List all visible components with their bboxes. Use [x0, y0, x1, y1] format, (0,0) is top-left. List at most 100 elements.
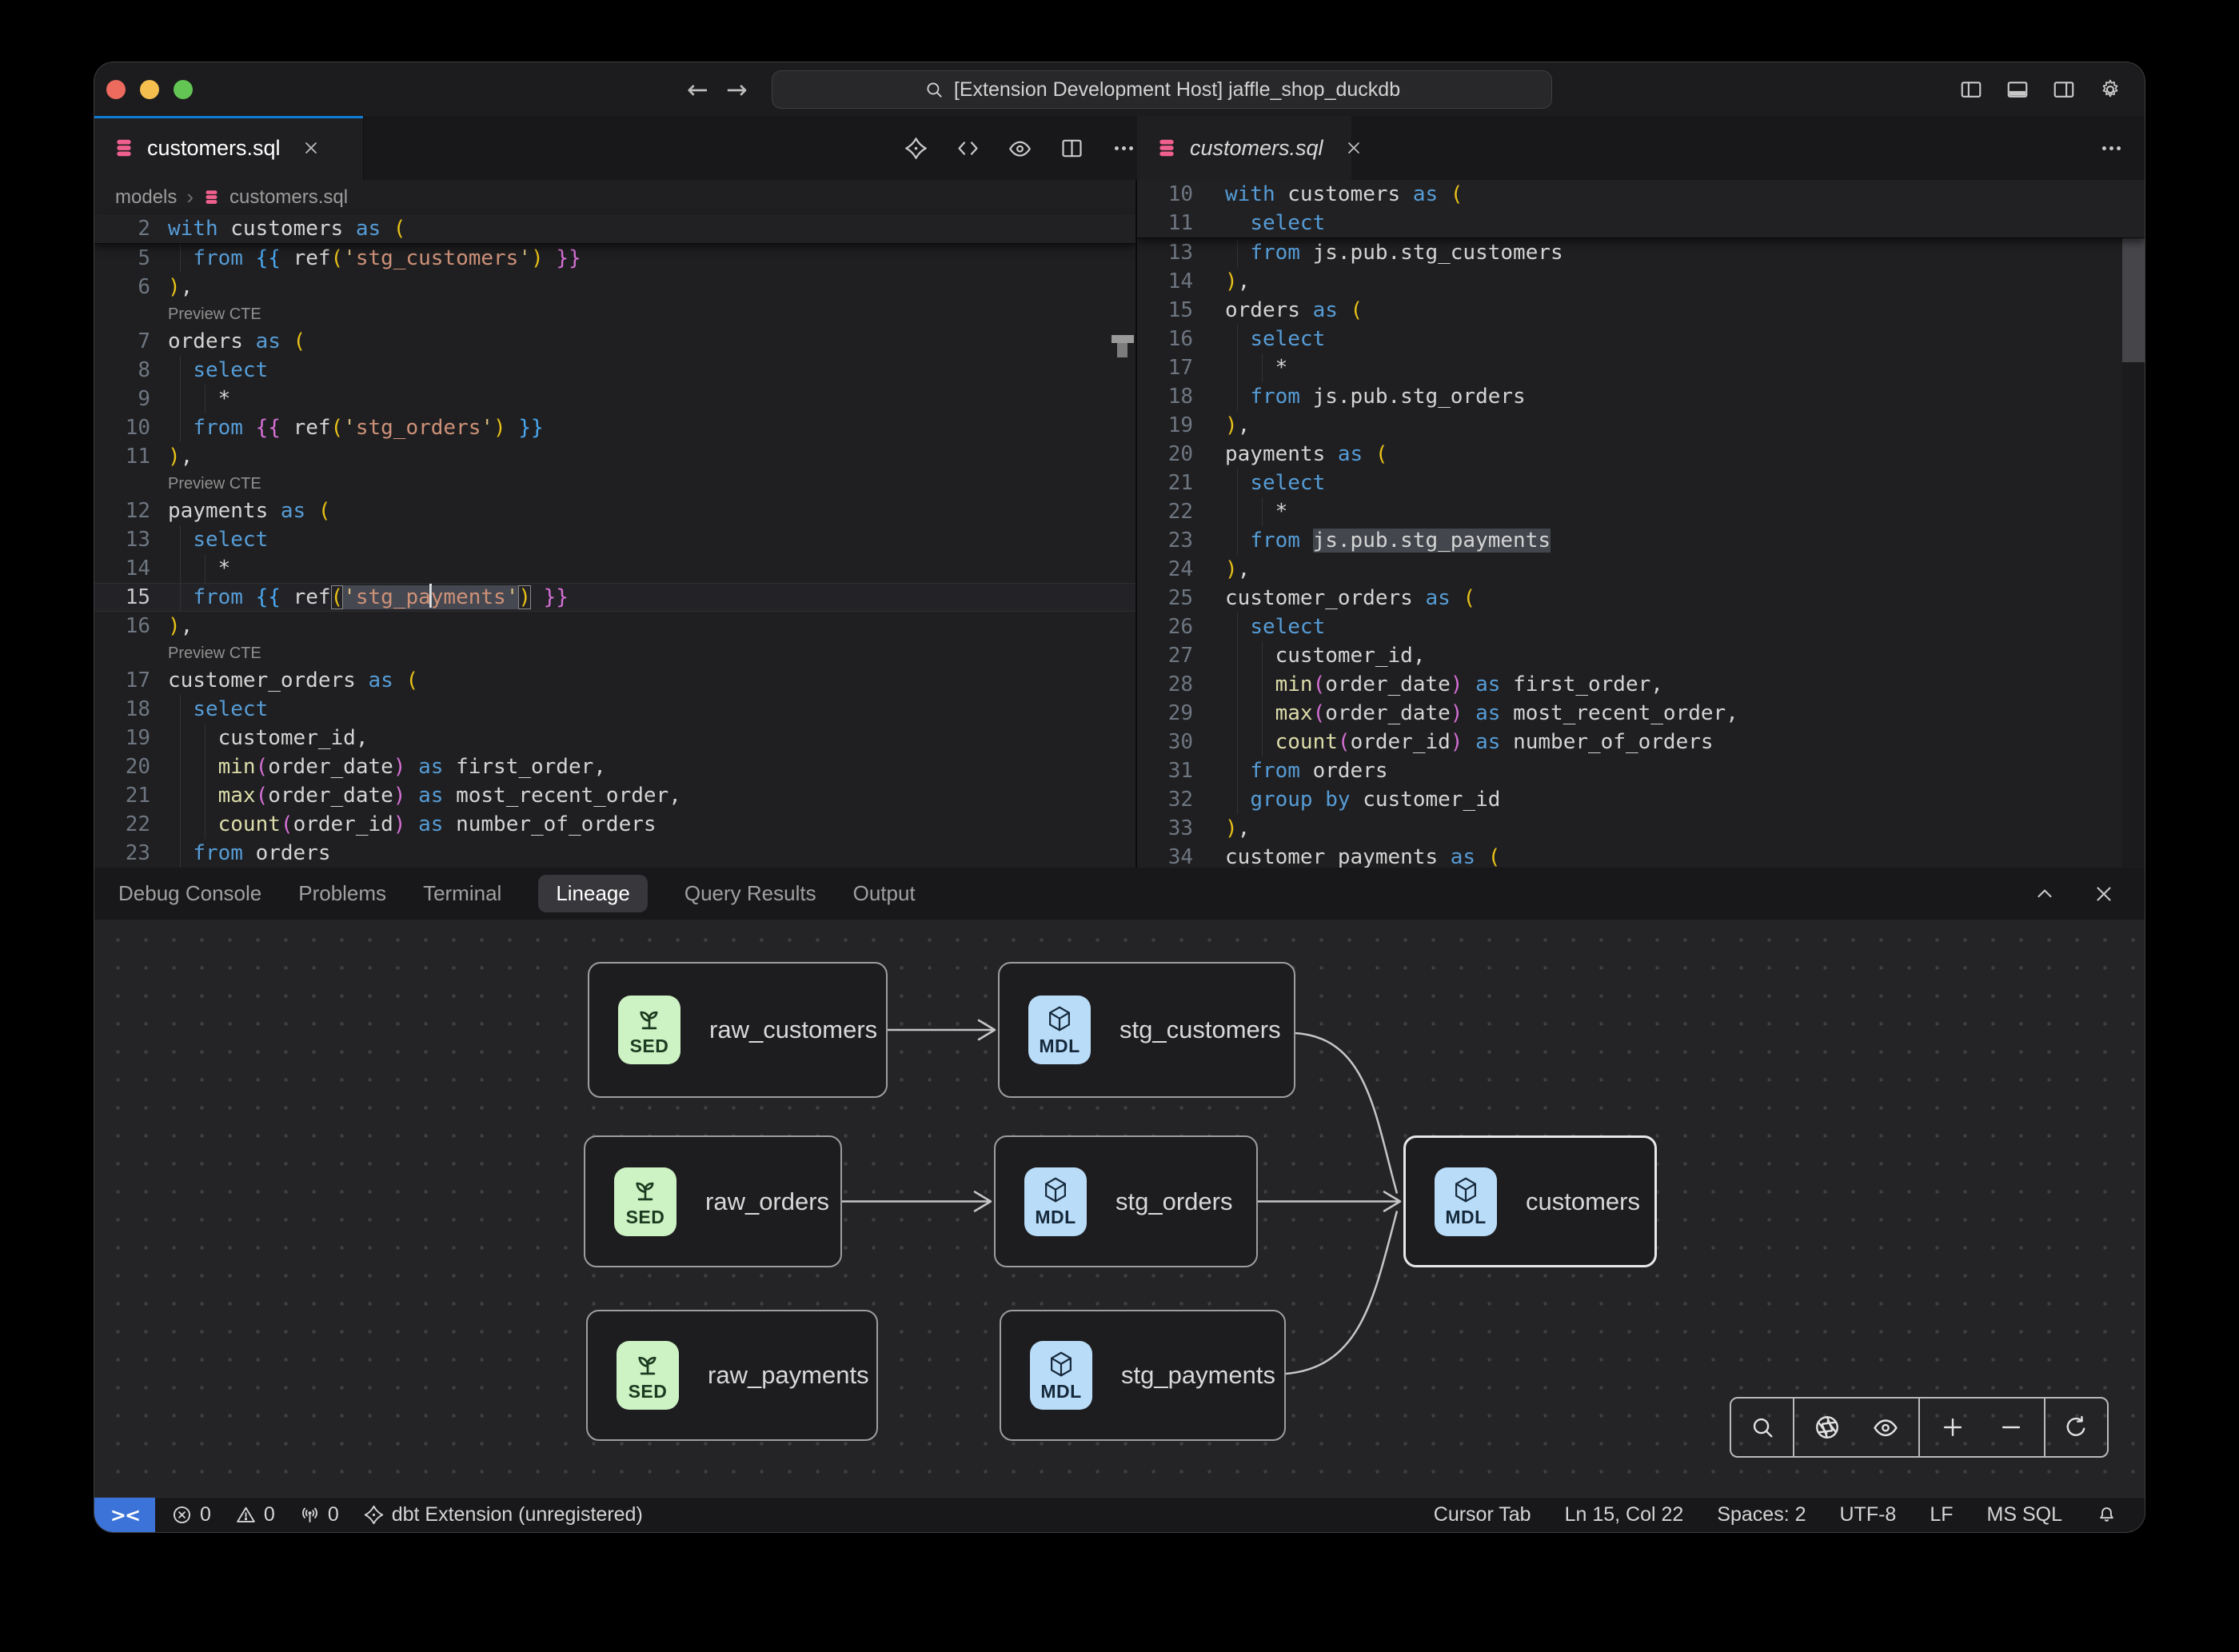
- code-line-21[interactable]: 21 select: [1137, 469, 2145, 497]
- layout-left-icon[interactable]: [1959, 78, 1983, 102]
- code-line-7[interactable]: 7orders as (: [94, 327, 1135, 356]
- code-line-9[interactable]: 9 *: [94, 385, 1135, 413]
- code-line-17[interactable]: 17 *: [1137, 353, 2145, 382]
- minus-button[interactable]: [1986, 1399, 2037, 1456]
- code-line-8[interactable]: 8 select: [94, 356, 1135, 385]
- code-line-31[interactable]: 31 from orders: [1137, 756, 2145, 785]
- command-center[interactable]: [Extension Development Host] jaffle_shop…: [772, 70, 1552, 109]
- codelens-preview-cte[interactable]: Preview CTE: [94, 640, 1135, 666]
- dbt-icon[interactable]: [904, 136, 928, 161]
- tab-customers-sql[interactable]: customers.sql: [94, 116, 364, 180]
- code-line-6[interactable]: 6),: [94, 273, 1135, 301]
- panel-tab-problems[interactable]: Problems: [298, 875, 386, 912]
- code-line-26[interactable]: 26 select: [1137, 613, 2145, 641]
- code-line-2[interactable]: 2with customers as (: [94, 214, 1135, 243]
- sticky-scroll[interactable]: 2with customers as (: [94, 214, 1135, 244]
- panel-tab-output[interactable]: Output: [853, 875, 916, 912]
- code-line-22[interactable]: 22 *: [1137, 497, 2145, 526]
- code-line-24[interactable]: 24),: [1137, 555, 2145, 584]
- code-line-23[interactable]: 23 from js.pub.stg_payments: [1137, 526, 2145, 555]
- panel-tab-lineage[interactable]: Lineage: [538, 875, 648, 912]
- code-line-13[interactable]: 13 select: [94, 525, 1135, 554]
- code-icon[interactable]: [956, 136, 980, 161]
- code-line-13[interactable]: 13 from js.pub.stg_customers: [1137, 238, 2145, 267]
- code-line-28[interactable]: 28 min(order_date) as first_order,: [1137, 670, 2145, 699]
- editor-right[interactable]: 10with customers as (11 select 13 from j…: [1137, 180, 2145, 868]
- code-line-29[interactable]: 29 max(order_date) as most_recent_order,: [1137, 699, 2145, 728]
- code-line-16[interactable]: 16 select: [1137, 325, 2145, 353]
- ellipsis-icon[interactable]: [1112, 136, 1136, 161]
- lineage-node-raw_orders[interactable]: SED raw_orders: [584, 1135, 842, 1267]
- refresh-button[interactable]: [2050, 1399, 2101, 1456]
- code-line-14[interactable]: 14),: [1137, 267, 2145, 296]
- code-line-33[interactable]: 33),: [1137, 814, 2145, 843]
- status-item[interactable]: 0: [299, 1503, 339, 1526]
- codelens-preview-cte[interactable]: Preview CTE: [94, 301, 1135, 327]
- code-line-15[interactable]: 15orders as (: [1137, 296, 2145, 325]
- code-line-21[interactable]: 21 max(order_date) as most_recent_order,: [94, 781, 1135, 810]
- code-line-22[interactable]: 22 count(order_id) as number_of_orders: [94, 810, 1135, 839]
- sticky-scroll[interactable]: 10with customers as (11 select: [1137, 180, 2145, 238]
- code-line-23[interactable]: 23 from orders: [94, 839, 1135, 868]
- code-line-19[interactable]: 19),: [1137, 411, 2145, 440]
- code-line-20[interactable]: 20payments as (: [1137, 440, 2145, 469]
- code-line-32[interactable]: 32 group by customer_id: [1137, 785, 2145, 814]
- status-item[interactable]: Spaces: 2: [1717, 1503, 1806, 1526]
- code-line-5[interactable]: 5 from {{ ref('stg_customers') }}: [94, 244, 1135, 273]
- codelens-preview-cte[interactable]: Preview CTE: [94, 471, 1135, 497]
- lineage-node-raw_payments[interactable]: SED raw_payments: [586, 1310, 878, 1441]
- panel-tab-terminal[interactable]: Terminal: [423, 875, 501, 912]
- split-editor-icon[interactable]: [1060, 136, 1084, 161]
- code-line-27[interactable]: 27 customer_id,: [1137, 641, 2145, 670]
- editor-left[interactable]: models › customers.sql 2with customers a…: [94, 180, 1135, 868]
- close-icon[interactable]: [1344, 138, 1363, 158]
- code-line-15[interactable]: 15 from {{ ref('stg_payments') }}: [94, 583, 1135, 612]
- aperture-button[interactable]: [1802, 1399, 1853, 1456]
- plus-button[interactable]: [1927, 1399, 1978, 1456]
- ellipsis-icon[interactable]: [2099, 136, 2124, 161]
- status-item[interactable]: 0: [171, 1503, 211, 1526]
- chevron-up-icon[interactable]: [2033, 882, 2057, 906]
- close-window-button[interactable]: [106, 80, 126, 99]
- status-item[interactable]: Ln 15, Col 22: [1565, 1503, 1684, 1526]
- code-line-25[interactable]: 25customer_orders as (: [1137, 584, 2145, 613]
- back-button[interactable]: ←: [687, 74, 708, 105]
- close-icon[interactable]: [301, 138, 321, 158]
- code-line-14[interactable]: 14 *: [94, 554, 1135, 583]
- status-item[interactable]: MS SQL: [1987, 1503, 2062, 1526]
- zoom-window-button[interactable]: [174, 80, 193, 99]
- close-icon[interactable]: [2092, 882, 2116, 906]
- code-line-17[interactable]: 17customer_orders as (: [94, 666, 1135, 695]
- status-item[interactable]: 0: [235, 1503, 275, 1526]
- code-line-10[interactable]: 10with customers as (: [1137, 180, 2145, 209]
- code-line-16[interactable]: 16),: [94, 612, 1135, 640]
- status-item[interactable]: LF: [1930, 1503, 1953, 1526]
- search-button[interactable]: [1737, 1399, 1788, 1456]
- forward-button[interactable]: →: [726, 74, 748, 105]
- code-line-19[interactable]: 19 customer_id,: [94, 724, 1135, 752]
- code-line-34[interactable]: 34customer_payments as (: [1137, 843, 2145, 868]
- gear-icon[interactable]: [2098, 78, 2122, 102]
- status-item[interactable]: Cursor Tab: [1434, 1503, 1531, 1526]
- minimize-window-button[interactable]: [140, 80, 159, 99]
- lineage-node-stg_customers[interactable]: MDL stg_customers: [998, 962, 1295, 1098]
- eye-icon[interactable]: [1008, 136, 1032, 161]
- status-item[interactable]: dbt Extension (unregistered): [363, 1503, 643, 1526]
- lineage-canvas[interactable]: SED raw_customers MDL stg_customers SED …: [94, 920, 2145, 1497]
- code-line-18[interactable]: 18 from js.pub.stg_orders: [1137, 382, 2145, 411]
- remote-indicator[interactable]: ><: [94, 1498, 155, 1532]
- layout-right-icon[interactable]: [2052, 78, 2076, 102]
- code-editor-content[interactable]: 13 from js.pub.stg_customers14),15orders…: [1137, 238, 2145, 868]
- panel-tab-debug-console[interactable]: Debug Console: [118, 875, 261, 912]
- breadcrumb[interactable]: models › customers.sql: [94, 180, 1135, 214]
- tab-customers-sql-preview[interactable]: customers.sql: [1137, 116, 1351, 180]
- lineage-node-stg_orders[interactable]: MDL stg_orders: [994, 1135, 1258, 1267]
- code-line-11[interactable]: 11),: [94, 442, 1135, 471]
- lineage-node-raw_customers[interactable]: SED raw_customers: [588, 962, 888, 1098]
- code-line-18[interactable]: 18 select: [94, 695, 1135, 724]
- eye-button[interactable]: [1860, 1399, 1911, 1456]
- code-line-10[interactable]: 10 from {{ ref('stg_orders') }}: [94, 413, 1135, 442]
- status-item[interactable]: [2096, 1504, 2117, 1526]
- lineage-node-stg_payments[interactable]: MDL stg_payments: [1000, 1310, 1286, 1441]
- code-line-30[interactable]: 30 count(order_id) as number_of_orders: [1137, 728, 2145, 756]
